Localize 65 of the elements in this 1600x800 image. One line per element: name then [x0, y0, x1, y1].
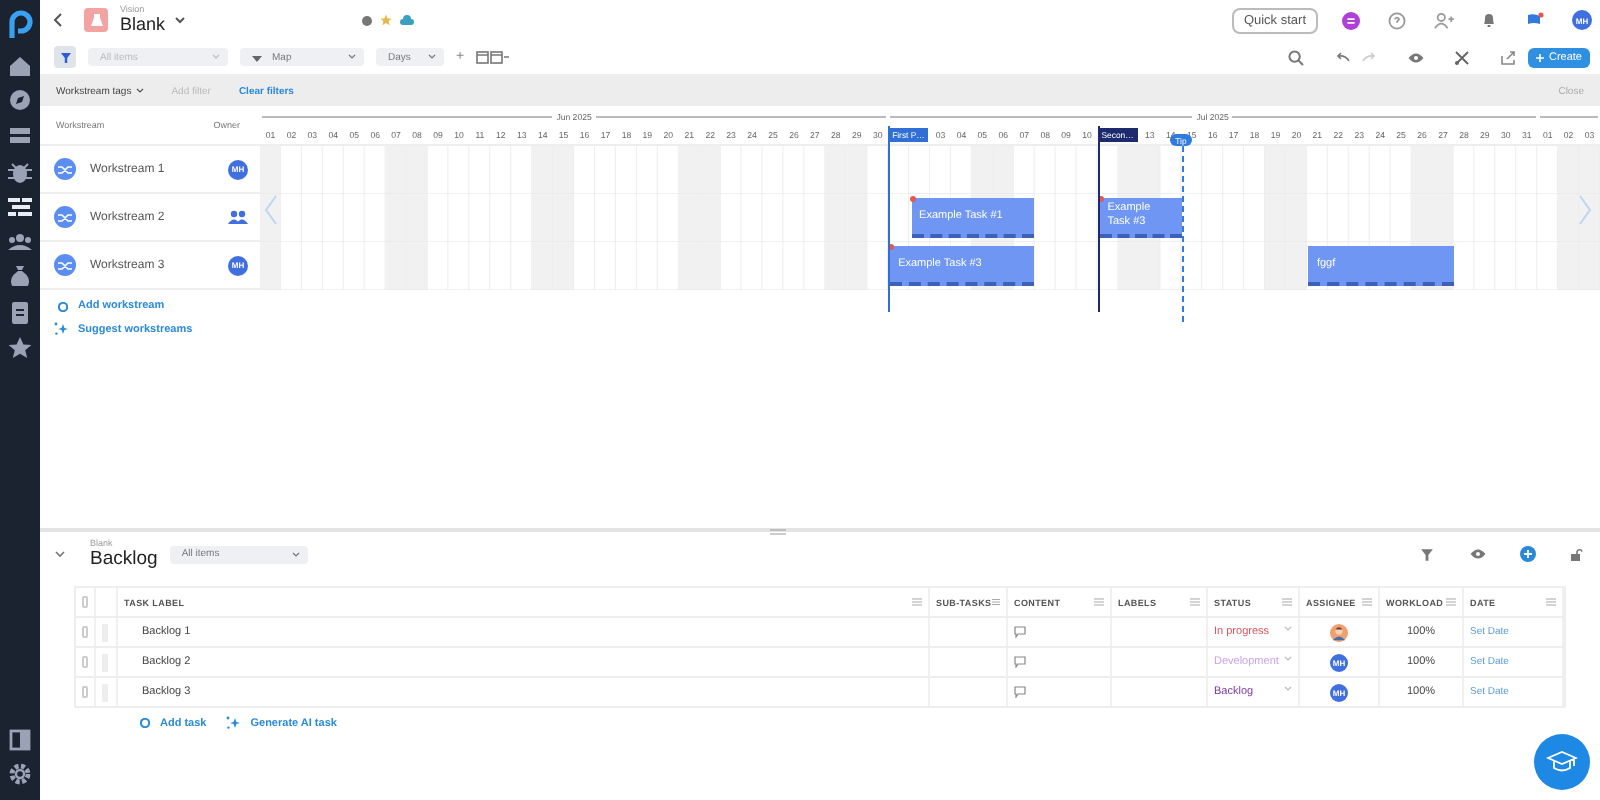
caret-icon [291, 551, 300, 557]
caret-icon[interactable] [173, 14, 186, 26]
row-checkbox[interactable] [82, 686, 88, 698]
graduation-cap-icon [1546, 750, 1578, 774]
caret-icon [428, 54, 436, 60]
star-icon[interactable] [6, 333, 34, 362]
sparkle-icon [54, 322, 68, 336]
project-title: Blank [120, 15, 166, 34]
info-icon[interactable] [361, 15, 372, 25]
select-all-checkbox[interactable] [82, 596, 88, 608]
plus-icon [1536, 53, 1545, 61]
eye-icon[interactable] [1470, 548, 1486, 560]
backlog-title: Backlog [90, 549, 158, 568]
caret-icon [1284, 656, 1292, 662]
clipboard-icon[interactable] [6, 297, 34, 326]
add-icon[interactable] [1520, 546, 1536, 562]
caret-icon [1284, 626, 1292, 632]
sparkle-icon [226, 716, 241, 730]
switch-icon[interactable] [1342, 11, 1360, 29]
filter-button[interactable] [54, 46, 76, 68]
filter-icon [59, 51, 71, 63]
star-icon[interactable] [379, 14, 392, 26]
row-checkbox[interactable] [82, 626, 88, 638]
triangle-icon [252, 53, 262, 61]
eye-icon[interactable] [1408, 51, 1425, 63]
caret-icon [1284, 686, 1292, 692]
lock-icon[interactable] [1570, 547, 1584, 561]
undo-icon[interactable] [1336, 52, 1351, 62]
filter-icon[interactable] [1420, 547, 1434, 561]
caret-icon [212, 54, 220, 60]
shuffle-icon [54, 158, 76, 180]
help-icon[interactable] [1388, 11, 1406, 29]
tools-icon[interactable] [1454, 49, 1471, 65]
calendar-icon[interactable] [476, 50, 511, 64]
cloud-icon[interactable] [399, 14, 414, 26]
share-icon[interactable] [1500, 49, 1517, 65]
row-checkbox[interactable] [82, 656, 88, 668]
comment-icon[interactable] [1014, 626, 1026, 638]
comment-icon[interactable] [1014, 686, 1026, 698]
add-icon [140, 718, 150, 728]
resize-handle-icon[interactable] [770, 528, 786, 536]
shuffle-icon [54, 254, 76, 276]
money-bag-icon[interactable] [6, 262, 34, 291]
comment-icon[interactable] [1014, 656, 1026, 668]
group-icon [228, 209, 248, 225]
settings-icon[interactable] [6, 760, 34, 789]
compass-icon[interactable] [6, 86, 34, 115]
gantt-icon[interactable] [6, 192, 34, 221]
collapse-icon[interactable] [54, 548, 66, 560]
search-icon[interactable] [1288, 49, 1305, 65]
caret-icon [348, 54, 356, 60]
flag-icon[interactable] [1526, 11, 1544, 29]
panel-icon[interactable] [6, 725, 34, 754]
back-icon[interactable] [52, 12, 64, 28]
add-user-icon[interactable] [1434, 11, 1454, 29]
caret-icon [135, 88, 144, 94]
help-button[interactable] [1534, 734, 1590, 790]
add-icon [58, 301, 68, 311]
logo-icon[interactable] [6, 8, 34, 40]
shuffle-icon [54, 206, 76, 228]
home-icon[interactable] [6, 51, 34, 80]
menu-icon[interactable] [991, 598, 1000, 606]
project-icon [84, 8, 108, 32]
bug-icon[interactable] [6, 157, 34, 186]
bell-icon[interactable] [1482, 12, 1496, 28]
